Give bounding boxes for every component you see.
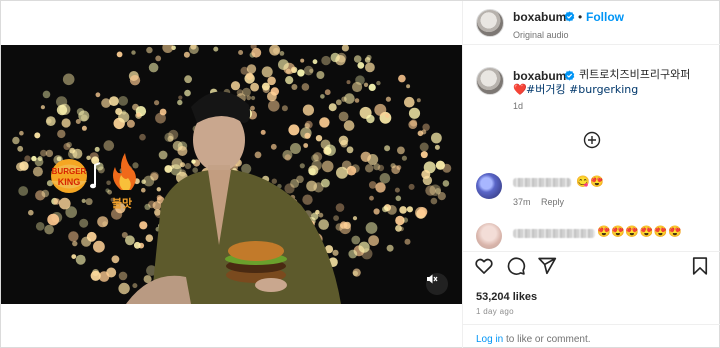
- comment-time[interactable]: 37m: [513, 197, 531, 207]
- video-frame-subject: [126, 91, 341, 304]
- commenter-username-blurred[interactable]: [513, 178, 571, 187]
- login-bar: Log in to like or comment.: [463, 324, 720, 348]
- login-rest-text: to like or comment.: [503, 334, 591, 345]
- follow-button[interactable]: Follow: [586, 10, 624, 24]
- verified-badge-icon: [564, 70, 575, 81]
- share-icon[interactable]: [537, 256, 557, 276]
- load-more-comments-icon[interactable]: [583, 131, 601, 149]
- comment-emojis: 😍😍😍😍😍😍: [597, 226, 683, 238]
- caption-author-avatar[interactable]: [476, 67, 504, 95]
- header-separator: •: [578, 10, 583, 24]
- heart-icon[interactable]: [474, 256, 494, 276]
- commenter-avatar[interactable]: [476, 173, 502, 199]
- login-link[interactable]: Log in: [476, 334, 503, 345]
- comment-emojis: 😋😍: [576, 176, 605, 188]
- mute-button[interactable]: [426, 273, 448, 295]
- post-timestamp[interactable]: 1 day ago: [476, 307, 514, 316]
- caption-text: 퀴트로치즈비프리구와퍼: [579, 68, 691, 81]
- caption-hashtags[interactable]: #버거킹 #burgerking: [526, 83, 638, 97]
- commenter-username-blurred[interactable]: [513, 229, 595, 238]
- post-sidebar: boxabum • Follow Original audio boxabum …: [462, 1, 720, 348]
- author-username[interactable]: boxabum: [513, 10, 566, 24]
- instagram-post: BURGER KING 불맛 boxabum • Follow Original…: [0, 0, 720, 348]
- author-avatar[interactable]: [476, 9, 504, 37]
- bookmark-icon[interactable]: [690, 256, 710, 276]
- comment-icon[interactable]: [506, 256, 526, 276]
- mute-icon: [427, 274, 438, 284]
- verified-badge-icon: [564, 11, 575, 22]
- reply-button[interactable]: Reply: [541, 197, 564, 207]
- post-header: boxabum • Follow Original audio: [463, 1, 720, 45]
- commenter-avatar[interactable]: [476, 223, 502, 249]
- heart-emoji: ❤️: [513, 84, 527, 96]
- caption-time[interactable]: 1d: [513, 101, 523, 111]
- post-actions: 53,204 likes 1 day ago Log in to like or…: [463, 251, 720, 348]
- audio-label[interactable]: Original audio: [513, 30, 569, 40]
- caption-author-username[interactable]: boxabum: [513, 69, 566, 83]
- likes-count[interactable]: 53,204 likes: [476, 291, 537, 303]
- login-prompt: Log in to like or comment.: [476, 334, 591, 345]
- post-video[interactable]: BURGER KING 불맛: [1, 45, 462, 304]
